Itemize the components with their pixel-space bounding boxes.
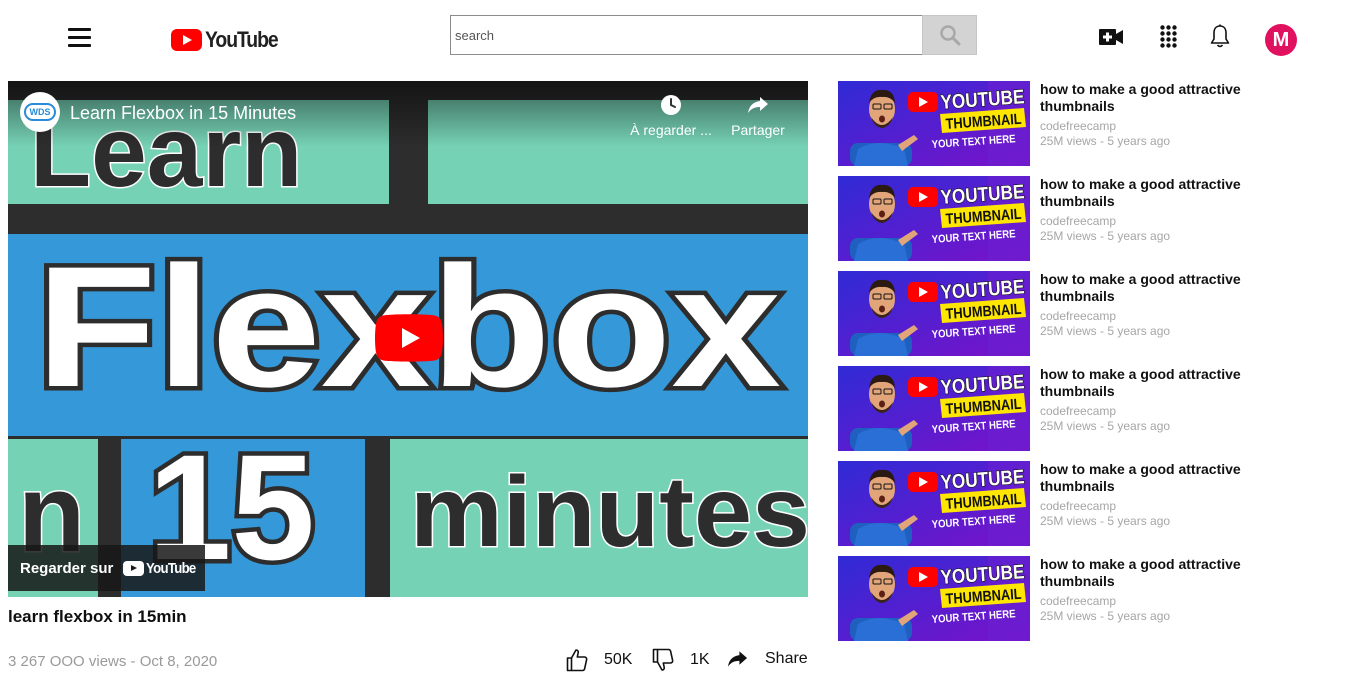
recommended-channel[interactable]: codefreecamp bbox=[1040, 214, 1116, 228]
share-label: Share bbox=[765, 650, 808, 667]
player-share-label: Partager bbox=[731, 122, 785, 138]
recommended-channel[interactable]: codefreecamp bbox=[1040, 404, 1116, 418]
youtube-mini-logo: YouTube bbox=[123, 560, 202, 577]
dislike-button[interactable]: 1K bbox=[652, 648, 710, 672]
video-player[interactable]: Learn Flexbox n 15 minutes WDS Learn Fle… bbox=[8, 81, 808, 597]
like-button[interactable]: 50K bbox=[566, 648, 632, 672]
menu-icon[interactable] bbox=[68, 28, 91, 50]
dislike-count: 1K bbox=[690, 651, 710, 668]
youtube-logo-icon bbox=[171, 29, 202, 51]
recommended-thumbnail-image: YOUTUBE THUMBNAIL YOUR TEXT HERE bbox=[838, 176, 1030, 261]
recommended-stats: 25M views - 5 years ago bbox=[1040, 134, 1171, 148]
recommended-stats: 25M views - 5 years ago bbox=[1040, 514, 1171, 528]
like-count: 50K bbox=[604, 651, 633, 668]
watch-later-label: À regarder ... bbox=[630, 122, 712, 138]
recommended-stats: 25M views - 5 years ago bbox=[1040, 324, 1171, 338]
youtube-logo[interactable]: YouTube bbox=[171, 27, 287, 53]
recommended-title[interactable]: how to make a good attractive thumbnails bbox=[1040, 461, 1270, 495]
youtube-mini-logo-icon bbox=[123, 560, 145, 576]
recommended-stats: 25M views - 5 years ago bbox=[1040, 609, 1171, 623]
recommended-title[interactable]: how to make a good attractive thumbnails bbox=[1040, 271, 1270, 305]
recommended-thumbnail[interactable]: YOUTUBE THUMBNAIL YOUR TEXT HERE bbox=[838, 366, 1030, 451]
player-share-button[interactable]: Partager bbox=[713, 94, 803, 138]
recommended-video-2[interactable]: YOUTUBE THUMBNAIL YOUR TEXT HERE how to … bbox=[838, 176, 1298, 261]
recommended-title[interactable]: how to make a good attractive thumbnails bbox=[1040, 366, 1270, 400]
logo-text: YouTube bbox=[205, 27, 279, 52]
recommended-thumbnail[interactable]: YOUTUBE THUMBNAIL YOUR TEXT HERE bbox=[838, 81, 1030, 166]
recommended-title[interactable]: how to make a good attractive thumbnails bbox=[1040, 556, 1270, 590]
watch-on-label: Regarder sur bbox=[20, 559, 114, 577]
recommended-video-1[interactable]: YOUTUBE THUMBNAIL YOUR TEXT HERE how to … bbox=[838, 81, 1298, 166]
share-arrow-icon bbox=[748, 97, 768, 113]
recommended-channel[interactable]: codefreecamp bbox=[1040, 594, 1116, 608]
recommended-thumbnail-image: YOUTUBE THUMBNAIL YOUR TEXT HERE bbox=[838, 366, 1030, 451]
thumbs-down-icon bbox=[652, 648, 674, 671]
recommended-thumbnail-image: YOUTUBE THUMBNAIL YOUR TEXT HERE bbox=[838, 556, 1030, 641]
create-video-icon bbox=[1099, 29, 1123, 45]
recommended-video-4[interactable]: YOUTUBE THUMBNAIL YOUR TEXT HERE how to … bbox=[838, 366, 1298, 451]
recommended-channel[interactable]: codefreecamp bbox=[1040, 309, 1116, 323]
recommended-channel[interactable]: codefreecamp bbox=[1040, 119, 1116, 133]
recommended-channel[interactable]: codefreecamp bbox=[1040, 499, 1116, 513]
share-button[interactable]: Share bbox=[727, 648, 808, 670]
channel-avatar[interactable]: WDS bbox=[20, 92, 60, 132]
recommended-stats: 25M views - 5 years ago bbox=[1040, 229, 1171, 243]
recommended-thumbnail-image: YOUTUBE THUMBNAIL YOUR TEXT HERE bbox=[838, 461, 1030, 546]
share-arrow-icon bbox=[727, 651, 748, 667]
top-header: YouTube M bbox=[0, 0, 1366, 72]
notifications-button[interactable] bbox=[1210, 24, 1230, 54]
clock-icon bbox=[661, 95, 681, 115]
recommended-title[interactable]: how to make a good attractive thumbnails bbox=[1040, 176, 1270, 210]
apps-grid-icon bbox=[1160, 25, 1177, 48]
recommended-thumbnail[interactable]: YOUTUBE THUMBNAIL YOUR TEXT HERE bbox=[838, 176, 1030, 261]
thumbs-up-icon bbox=[566, 649, 588, 672]
recommended-stats: 25M views - 5 years ago bbox=[1040, 419, 1171, 433]
recommended-thumbnail[interactable]: YOUTUBE THUMBNAIL YOUR TEXT HERE bbox=[838, 461, 1030, 546]
recommended-video-5[interactable]: YOUTUBE THUMBNAIL YOUR TEXT HERE how to … bbox=[838, 461, 1298, 546]
recommended-title[interactable]: how to make a good attractive thumbnails bbox=[1040, 81, 1270, 115]
recommended-thumbnail-image: YOUTUBE THUMBNAIL YOUR TEXT HERE bbox=[838, 81, 1030, 166]
recommended-thumbnail-image: YOUTUBE THUMBNAIL YOUR TEXT HERE bbox=[838, 271, 1030, 356]
youtube-mini-logo-text: YouTube bbox=[146, 559, 196, 577]
create-video-button[interactable] bbox=[1099, 28, 1124, 51]
recommended-thumbnail[interactable]: YOUTUBE THUMBNAIL YOUR TEXT HERE bbox=[838, 556, 1030, 641]
thumb-text-minutes: minutes bbox=[410, 456, 808, 568]
bell-icon bbox=[1210, 24, 1230, 48]
search-icon bbox=[939, 25, 960, 46]
watch-later-button[interactable]: À regarder ... bbox=[626, 94, 716, 138]
user-avatar[interactable]: M bbox=[1265, 24, 1297, 56]
play-button[interactable] bbox=[375, 314, 443, 362]
watch-on-youtube-button[interactable]: Regarder sur YouTube bbox=[8, 545, 205, 591]
video-meta: 3 267 OOO views - Oct 8, 2020 bbox=[8, 653, 218, 670]
apps-button[interactable] bbox=[1160, 25, 1177, 53]
recommended-video-6[interactable]: YOUTUBE THUMBNAIL YOUR TEXT HERE how to … bbox=[838, 556, 1298, 641]
player-title[interactable]: Learn Flexbox in 15 Minutes bbox=[70, 103, 296, 124]
channel-badge: WDS bbox=[24, 103, 56, 121]
search-input[interactable] bbox=[450, 15, 923, 55]
recommended-thumbnail[interactable]: YOUTUBE THUMBNAIL YOUR TEXT HERE bbox=[838, 271, 1030, 356]
recommended-video-3[interactable]: YOUTUBE THUMBNAIL YOUR TEXT HERE how to … bbox=[838, 271, 1298, 356]
video-title: learn flexbox in 15min bbox=[8, 607, 187, 626]
search-button[interactable] bbox=[922, 15, 977, 55]
